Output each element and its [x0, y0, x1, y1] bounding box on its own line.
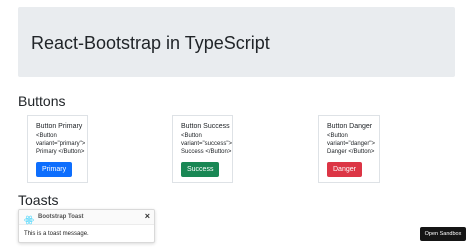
card-title: Button Primary: [36, 123, 83, 130]
card-code-snippet: <Button variant="danger"> Danger </Butto…: [327, 133, 375, 155]
card-code-snippet: <Button variant="success"> Success </But…: [181, 133, 232, 155]
toasts-section-title: Toasts: [18, 192, 59, 208]
close-icon[interactable]: ×: [145, 211, 150, 221]
toast-header: Bootstrap Toast ×: [19, 210, 154, 225]
danger-button[interactable]: Danger: [327, 162, 362, 177]
toast: Bootstrap Toast × This is a toast messag…: [18, 209, 155, 243]
card-title: Button Success: [181, 123, 230, 130]
success-button[interactable]: Success: [181, 162, 220, 177]
card-button-danger: Button Danger <Button variant="danger"> …: [318, 115, 380, 183]
toast-title: Bootstrap Toast: [38, 214, 84, 220]
react-logo-icon: [24, 212, 34, 225]
card-button-primary: Button Primary <Button variant="primary"…: [27, 115, 88, 183]
card-title: Button Danger: [327, 123, 373, 130]
jumbotron-header: React-Bootstrap in TypeScript: [18, 7, 455, 77]
toast-message: This is a toast message.: [24, 231, 89, 237]
card-button-success: Button Success <Button variant="success"…: [172, 115, 233, 183]
open-sandbox-button[interactable]: Open Sandbox: [420, 227, 466, 241]
page-title: React-Bootstrap in TypeScript: [31, 33, 270, 53]
primary-button[interactable]: Primary: [36, 162, 73, 177]
card-code-snippet: <Button variant="primary"> Primary </But…: [36, 133, 86, 155]
buttons-section-title: Buttons: [18, 93, 66, 109]
